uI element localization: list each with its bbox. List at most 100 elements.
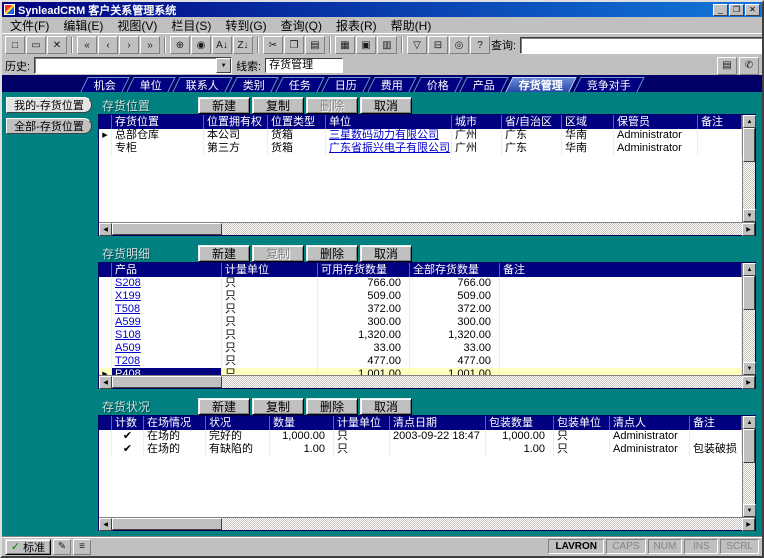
cell[interactable]: S108 xyxy=(112,329,222,342)
zoom-icon[interactable]: ⊕ xyxy=(170,36,190,54)
new-icon[interactable]: □ xyxy=(5,36,25,54)
vertical-scrollbar[interactable]: ▲ ▼ xyxy=(742,263,756,375)
new-button[interactable]: 新建 xyxy=(198,96,250,114)
cell[interactable]: 广州 xyxy=(452,142,502,155)
paste-icon[interactable]: ▤ xyxy=(305,36,325,54)
cell[interactable]: 只 xyxy=(334,430,390,443)
new-button[interactable]: 新建 xyxy=(198,244,250,262)
row-marker[interactable] xyxy=(99,290,112,303)
tab-类别[interactable]: 类别 xyxy=(229,77,279,92)
scroll-down-button[interactable]: ▼ xyxy=(743,504,756,517)
cell[interactable]: 第三方 xyxy=(204,142,268,155)
scroll-up-button[interactable]: ▲ xyxy=(743,416,756,429)
thread-input[interactable]: 存货管理 xyxy=(265,58,344,73)
cell[interactable]: 300.00 xyxy=(318,316,410,329)
cell-link[interactable]: S208 xyxy=(115,277,141,289)
scroll-left-button[interactable]: ◀ xyxy=(99,223,112,236)
tab-单位[interactable]: 单位 xyxy=(126,77,176,92)
history-combobox[interactable]: ▼ xyxy=(34,57,233,74)
restore-button[interactable]: ❐ xyxy=(729,3,744,16)
cell[interactable] xyxy=(698,129,742,142)
cell-link[interactable]: 三星数码动力有限公司 xyxy=(329,129,439,141)
menu-item-0[interactable]: 文件(F) xyxy=(3,16,56,35)
menu-item-1[interactable]: 编辑(E) xyxy=(56,16,110,35)
tab-费用[interactable]: 费用 xyxy=(367,77,417,92)
cell[interactable]: 33.00 xyxy=(318,342,410,355)
cell[interactable]: 1,000.00 xyxy=(270,430,334,443)
cell[interactable]: 509.00 xyxy=(318,290,410,303)
preview-icon[interactable]: ▥ xyxy=(377,36,397,54)
sidebar-item-我的-存货位置[interactable]: 我的-存货位置 xyxy=(6,97,92,113)
cell[interactable]: 广东 xyxy=(502,142,562,155)
cell[interactable]: 1,320.00 xyxy=(318,329,410,342)
menu-item-4[interactable]: 转到(G) xyxy=(218,16,273,35)
cell[interactable]: 在场的 xyxy=(144,430,206,443)
tab-竞争对手[interactable]: 竞争对手 xyxy=(573,77,645,92)
cell[interactable]: ✔ xyxy=(112,430,144,443)
cell[interactable]: 509.00 xyxy=(410,290,500,303)
cell[interactable]: ✔ xyxy=(112,443,144,456)
cell[interactable]: 只 xyxy=(222,342,318,355)
cell[interactable]: 总部仓库 xyxy=(112,129,204,142)
dropdown-arrow-icon[interactable]: ▼ xyxy=(216,58,232,73)
scrollbar-thumb[interactable] xyxy=(743,276,755,310)
tab-产品[interactable]: 产品 xyxy=(459,77,509,92)
cell[interactable]: 只 xyxy=(222,277,318,290)
scrollbar-track[interactable] xyxy=(743,128,755,209)
scrollbar-track[interactable] xyxy=(743,276,755,362)
cell[interactable]: 广东省振兴电子有限公司 xyxy=(326,142,452,155)
cell[interactable] xyxy=(500,368,742,375)
standard-toolbar-button[interactable]: ✓ 标准 xyxy=(5,538,51,555)
vertical-scrollbar[interactable]: ▲ ▼ xyxy=(742,416,756,517)
cell-link[interactable]: S108 xyxy=(115,329,141,341)
scroll-up-button[interactable]: ▲ xyxy=(743,115,756,128)
cut-icon[interactable]: ✂ xyxy=(263,36,283,54)
cell[interactable]: 1.00 xyxy=(270,443,334,456)
cell[interactable]: P408 xyxy=(112,368,222,375)
cell[interactable]: 专柜 xyxy=(112,142,204,155)
scrollbar-thumb[interactable] xyxy=(743,429,755,463)
row-marker[interactable] xyxy=(99,355,112,368)
row-marker[interactable] xyxy=(99,329,112,342)
cell[interactable]: Administrator xyxy=(610,430,690,443)
cell[interactable]: 477.00 xyxy=(410,355,500,368)
cell[interactable] xyxy=(390,443,486,456)
cell[interactable]: 只 xyxy=(222,316,318,329)
cell[interactable]: T208 xyxy=(112,355,222,368)
cell[interactable]: 2003-09-22 18:47 xyxy=(390,430,486,443)
cell[interactable] xyxy=(690,430,742,443)
cell[interactable]: X199 xyxy=(112,290,222,303)
minimize-button[interactable]: _ xyxy=(713,3,728,16)
row-marker[interactable] xyxy=(99,443,112,456)
cell[interactable] xyxy=(500,329,742,342)
cell-link[interactable]: T208 xyxy=(115,355,140,367)
row-marker[interactable] xyxy=(99,303,112,316)
cell[interactable] xyxy=(500,303,742,316)
menu-item-2[interactable]: 视图(V) xyxy=(110,16,164,35)
cell[interactable]: 华南 xyxy=(562,142,614,155)
cell-link[interactable]: A509 xyxy=(115,342,141,354)
tab-联系人[interactable]: 联系人 xyxy=(172,77,233,92)
copy-button[interactable]: 复制 xyxy=(252,397,304,415)
scroll-down-button[interactable]: ▼ xyxy=(743,209,756,222)
scrollbar-thumb[interactable] xyxy=(112,376,222,388)
scroll-down-button[interactable]: ▼ xyxy=(743,362,756,375)
horizontal-scrollbar[interactable]: ◀ ▶ xyxy=(99,222,755,236)
last-record-icon[interactable]: » xyxy=(140,36,160,54)
cancel-button[interactable]: 取消 xyxy=(360,244,412,262)
scroll-right-button[interactable]: ▶ xyxy=(742,376,755,389)
cancel-button[interactable]: 取消 xyxy=(360,397,412,415)
cell[interactable]: 只 xyxy=(554,443,610,456)
cell[interactable]: 货箱 xyxy=(268,129,326,142)
scroll-left-button[interactable]: ◀ xyxy=(99,376,112,389)
cell[interactable]: 只 xyxy=(554,430,610,443)
cell[interactable]: 33.00 xyxy=(410,342,500,355)
cell[interactable]: 只 xyxy=(222,303,318,316)
close-button[interactable]: ✕ xyxy=(745,3,760,16)
prev-record-icon[interactable]: ‹ xyxy=(98,36,118,54)
cell[interactable]: 1,001.00 xyxy=(318,368,410,375)
filter-icon[interactable]: ▽ xyxy=(407,36,427,54)
cell[interactable] xyxy=(500,355,742,368)
scrollbar-track[interactable] xyxy=(112,518,742,530)
next-record-icon[interactable]: › xyxy=(119,36,139,54)
